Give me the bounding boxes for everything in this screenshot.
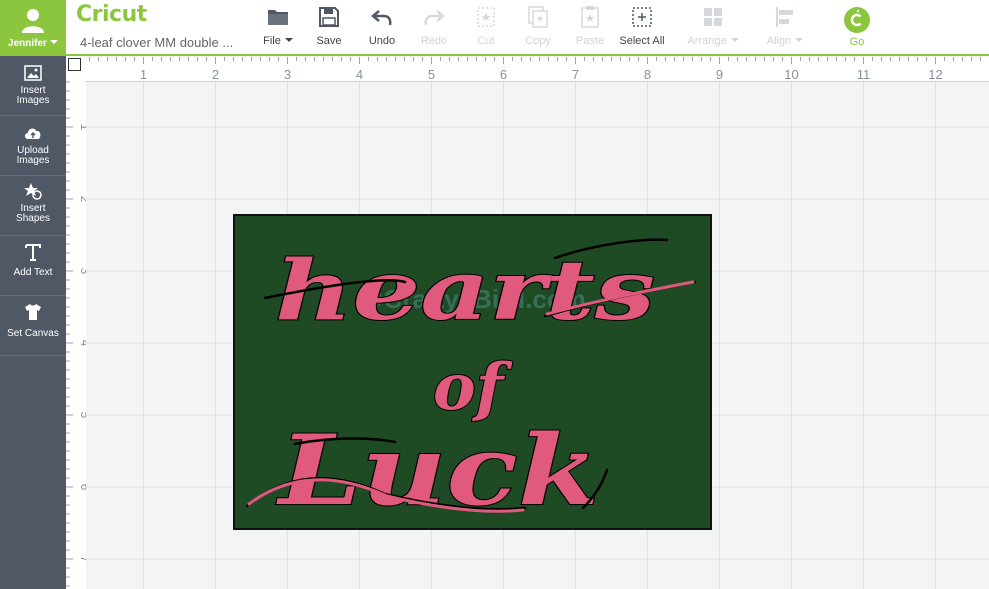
user-menu-button[interactable]: Jennifer <box>0 0 66 56</box>
select-all-button[interactable]: Select All <box>612 5 672 51</box>
redo-icon <box>424 10 445 26</box>
ruler-label-v: 2 <box>78 196 86 203</box>
arrange-menu-button[interactable]: Arrange <box>683 5 743 51</box>
ruler-label-v: 4 <box>78 340 86 347</box>
user-name: Jennifer <box>0 38 66 49</box>
ruler-label-v: 1 <box>78 124 86 131</box>
select-all-icon <box>632 7 652 27</box>
ruler-origin-box[interactable] <box>68 58 81 71</box>
text-icon <box>25 244 41 261</box>
align-menu-button[interactable]: Align <box>755 5 815 51</box>
arrange-icon <box>704 8 722 26</box>
cut-button[interactable]: Cut <box>456 5 516 51</box>
go-button[interactable]: Go <box>827 5 887 51</box>
user-icon <box>22 9 44 33</box>
save-icon <box>319 7 339 27</box>
ruler-label-h: 6 <box>500 67 507 82</box>
horizontal-ruler: 1 2 3 4 5 6 7 8 9 10 11 12 <box>66 57 989 82</box>
ruler-label-h: 9 <box>716 67 723 82</box>
folder-icon <box>268 10 288 25</box>
brand-area: Cricut 4-leaf clover MM double ... <box>76 2 233 50</box>
redo-button[interactable]: Redo <box>404 5 464 51</box>
undo-icon <box>371 10 392 26</box>
ruler-label-h: 11 <box>857 67 871 82</box>
ruler-label-v: 3 <box>78 268 86 275</box>
tshirt-icon <box>25 304 41 320</box>
ruler-label-h: 7 <box>572 67 579 82</box>
ruler-label-h: 8 <box>644 67 651 82</box>
copy-button[interactable]: Copy <box>508 5 568 51</box>
artwork-image[interactable]: @CraftyJBird.com hearts of Luck <box>233 214 712 530</box>
artwork-text-luck: Luck <box>275 414 599 527</box>
paste-button[interactable]: Paste <box>560 5 620 51</box>
sidebar-item-insert-shapes[interactable]: Insert Shapes <box>0 176 66 236</box>
sidebar-item-upload-images[interactable]: Upload Images <box>0 116 66 176</box>
ruler-label-h: 12 <box>928 67 942 82</box>
sidebar-item-add-text[interactable]: Add Text <box>0 236 66 296</box>
ruler-label-h: 3 <box>284 67 291 82</box>
paste-icon <box>581 6 599 28</box>
copy-icon <box>528 6 548 28</box>
ruler-label-v: 7 <box>78 556 86 563</box>
ruler-label-h: 4 <box>356 67 363 82</box>
save-button[interactable]: Save <box>299 5 359 51</box>
ruler-label-h: 1 <box>140 67 147 82</box>
cut-icon <box>477 7 495 27</box>
cricut-design-space-window: Jennifer Cricut 4-leaf clover MM double … <box>0 0 989 589</box>
ruler-label-v: 6 <box>78 484 86 491</box>
sidebar-item-insert-images[interactable]: Insert Images <box>0 56 66 116</box>
ruler-label-h: 2 <box>212 67 219 82</box>
sidebar-item-set-canvas[interactable]: Set Canvas <box>0 296 66 356</box>
cricut-c-icon <box>844 7 870 33</box>
undo-button[interactable]: Undo <box>352 5 412 51</box>
vertical-ruler: 1 2 3 4 5 6 7 <box>66 57 86 589</box>
shapes-icon <box>24 183 42 200</box>
align-icon <box>776 7 793 27</box>
project-name[interactable]: 4-leaf clover MM double ... <box>80 35 250 50</box>
top-toolbar: Jennifer Cricut 4-leaf clover MM double … <box>0 0 989 56</box>
left-sidebar: Insert Images Upload Images Insert Shape… <box>0 56 66 589</box>
artwork-text-hearts: hearts <box>275 243 655 339</box>
ruler-label-v: 5 <box>78 412 86 419</box>
ruler-label-h: 10 <box>784 67 798 82</box>
cloud-upload-icon <box>25 128 41 139</box>
ruler-label-h: 5 <box>428 67 435 82</box>
image-icon <box>24 65 42 81</box>
cricut-logo: Cricut <box>76 2 147 27</box>
